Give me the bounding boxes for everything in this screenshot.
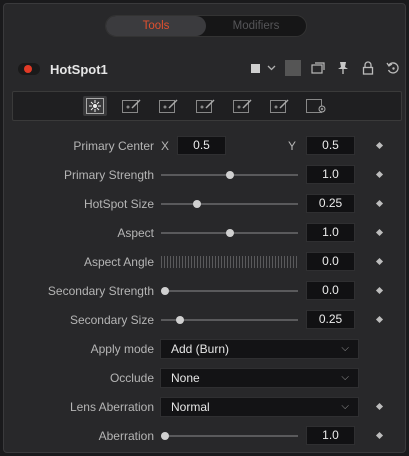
lens-edit-5-icon[interactable]	[268, 96, 292, 116]
aspect-row: Aspect 1.0	[4, 222, 407, 244]
primary-strength-row: Primary Strength 1.0	[4, 164, 407, 186]
primary-center-y-label: Y	[288, 139, 297, 153]
secondary-size-input[interactable]: 0.25	[306, 310, 355, 329]
apply-mode-row: Apply mode Add (Burn) ⌵	[4, 338, 407, 360]
pin-icon[interactable]	[335, 60, 351, 76]
secondary-strength-label: Secondary Strength	[47, 284, 154, 298]
hotspot-size-slider-knob[interactable]	[193, 200, 202, 208]
aberration-row: Aberration 1.0	[4, 425, 407, 447]
lens-aberration-row: Lens Aberration Normal ⌵	[4, 396, 407, 418]
occlude-row: Occlude None ⌵	[4, 367, 407, 389]
tab-modifiers[interactable]: Modifiers	[206, 16, 306, 36]
aspect-angle-input[interactable]: 0.0	[306, 252, 355, 271]
secondary-strength-slider-track[interactable]	[161, 290, 298, 292]
node-header: HotSpot1	[12, 54, 407, 84]
tab-tools[interactable]: Tools	[106, 16, 206, 36]
keyframe-diamond[interactable]	[375, 402, 384, 411]
keyframe-diamond[interactable]	[375, 199, 384, 208]
primary-center-x-label: X	[161, 139, 170, 153]
inspector-tab-bar: Tools Modifiers	[105, 15, 307, 37]
keyframe-diamond[interactable]	[375, 286, 384, 295]
secondary-size-row: Secondary Size 0.25	[4, 309, 407, 331]
primary-strength-slider-knob[interactable]	[225, 171, 234, 179]
node-name: HotSpot1	[50, 61, 108, 77]
lens-edit-3-icon[interactable]	[194, 96, 218, 116]
aspect-angle-label: Aspect Angle	[83, 255, 154, 269]
aberration-slider-track[interactable]	[161, 435, 298, 437]
header-separator	[285, 60, 301, 76]
apply-mode-value: Add (Burn)	[171, 342, 230, 356]
secondary-size-slider-knob[interactable]	[176, 316, 185, 324]
keyframe-diamond[interactable]	[375, 257, 384, 266]
chevron-down-icon: ⌵	[341, 372, 349, 383]
primary-center-label: Primary Center	[73, 139, 154, 153]
secondary-size-label: Secondary Size	[69, 313, 154, 327]
power-toggle[interactable]	[18, 63, 40, 75]
occlude-value: None	[171, 371, 200, 385]
apply-mode-label: Apply mode	[90, 342, 154, 356]
aspect-angle-row: Aspect Angle 0.0	[4, 251, 407, 273]
lens-edit-1-icon[interactable]	[120, 96, 144, 116]
aspect-input[interactable]: 1.0	[306, 223, 355, 242]
header-icons	[247, 60, 401, 76]
chevron-down-icon: ⌵	[341, 343, 349, 354]
hotspot-icon[interactable]	[83, 96, 107, 116]
keyframe-diamond[interactable]	[375, 141, 384, 150]
hotspot-size-slider-track[interactable]	[161, 203, 298, 205]
keyframe-diamond[interactable]	[375, 315, 384, 324]
inspector-panel: Tools Modifiers HotSpot1 Primary Center …	[3, 3, 406, 453]
chevron-down-icon[interactable]	[266, 60, 276, 76]
control-page-tabs	[12, 91, 402, 121]
color-swatch-icon[interactable]	[247, 60, 263, 76]
aspect-slider-knob[interactable]	[225, 229, 234, 237]
lens-edit-2-icon[interactable]	[157, 96, 181, 116]
apply-mode-dropdown[interactable]: Add (Burn) ⌵	[160, 339, 359, 359]
primary-strength-input[interactable]: 1.0	[306, 165, 355, 184]
settings-icon[interactable]	[305, 96, 329, 116]
primary-center-y-input[interactable]: 0.5	[306, 136, 355, 155]
hotspot-size-input[interactable]: 0.25	[306, 194, 355, 213]
keyframe-diamond[interactable]	[375, 228, 384, 237]
lens-aberration-value: Normal	[171, 400, 210, 414]
reset-icon[interactable]	[385, 60, 401, 76]
secondary-strength-row: Secondary Strength 0.0	[4, 280, 407, 302]
lens-edit-4-icon[interactable]	[231, 96, 255, 116]
occlude-dropdown[interactable]: None ⌵	[160, 368, 359, 388]
lens-aberration-dropdown[interactable]: Normal ⌵	[160, 397, 359, 417]
primary-center-x-input[interactable]: 0.5	[177, 136, 226, 155]
secondary-strength-input[interactable]: 0.0	[306, 281, 355, 300]
aspect-angle-thumbwheel[interactable]	[161, 256, 298, 268]
hotspot-size-row: HotSpot Size 0.25	[4, 193, 407, 215]
aspect-label: Aspect	[117, 226, 154, 240]
primary-strength-label: Primary Strength	[63, 168, 154, 182]
lens-aberration-label: Lens Aberration	[69, 400, 154, 414]
occlude-label: Occlude	[109, 371, 154, 385]
aberration-slider-knob[interactable]	[161, 432, 169, 440]
aberration-label: Aberration	[98, 429, 154, 443]
keyframe-diamond[interactable]	[375, 431, 384, 440]
keyframe-diamond[interactable]	[375, 170, 384, 179]
primary-center-row: Primary Center X 0.5 Y 0.5	[4, 135, 407, 157]
hotspot-size-label: HotSpot Size	[83, 197, 154, 211]
versions-icon[interactable]	[310, 60, 326, 76]
aberration-input[interactable]: 1.0	[306, 426, 355, 445]
chevron-down-icon: ⌵	[341, 401, 349, 412]
secondary-strength-slider-knob[interactable]	[161, 287, 169, 295]
lock-icon[interactable]	[360, 60, 376, 76]
